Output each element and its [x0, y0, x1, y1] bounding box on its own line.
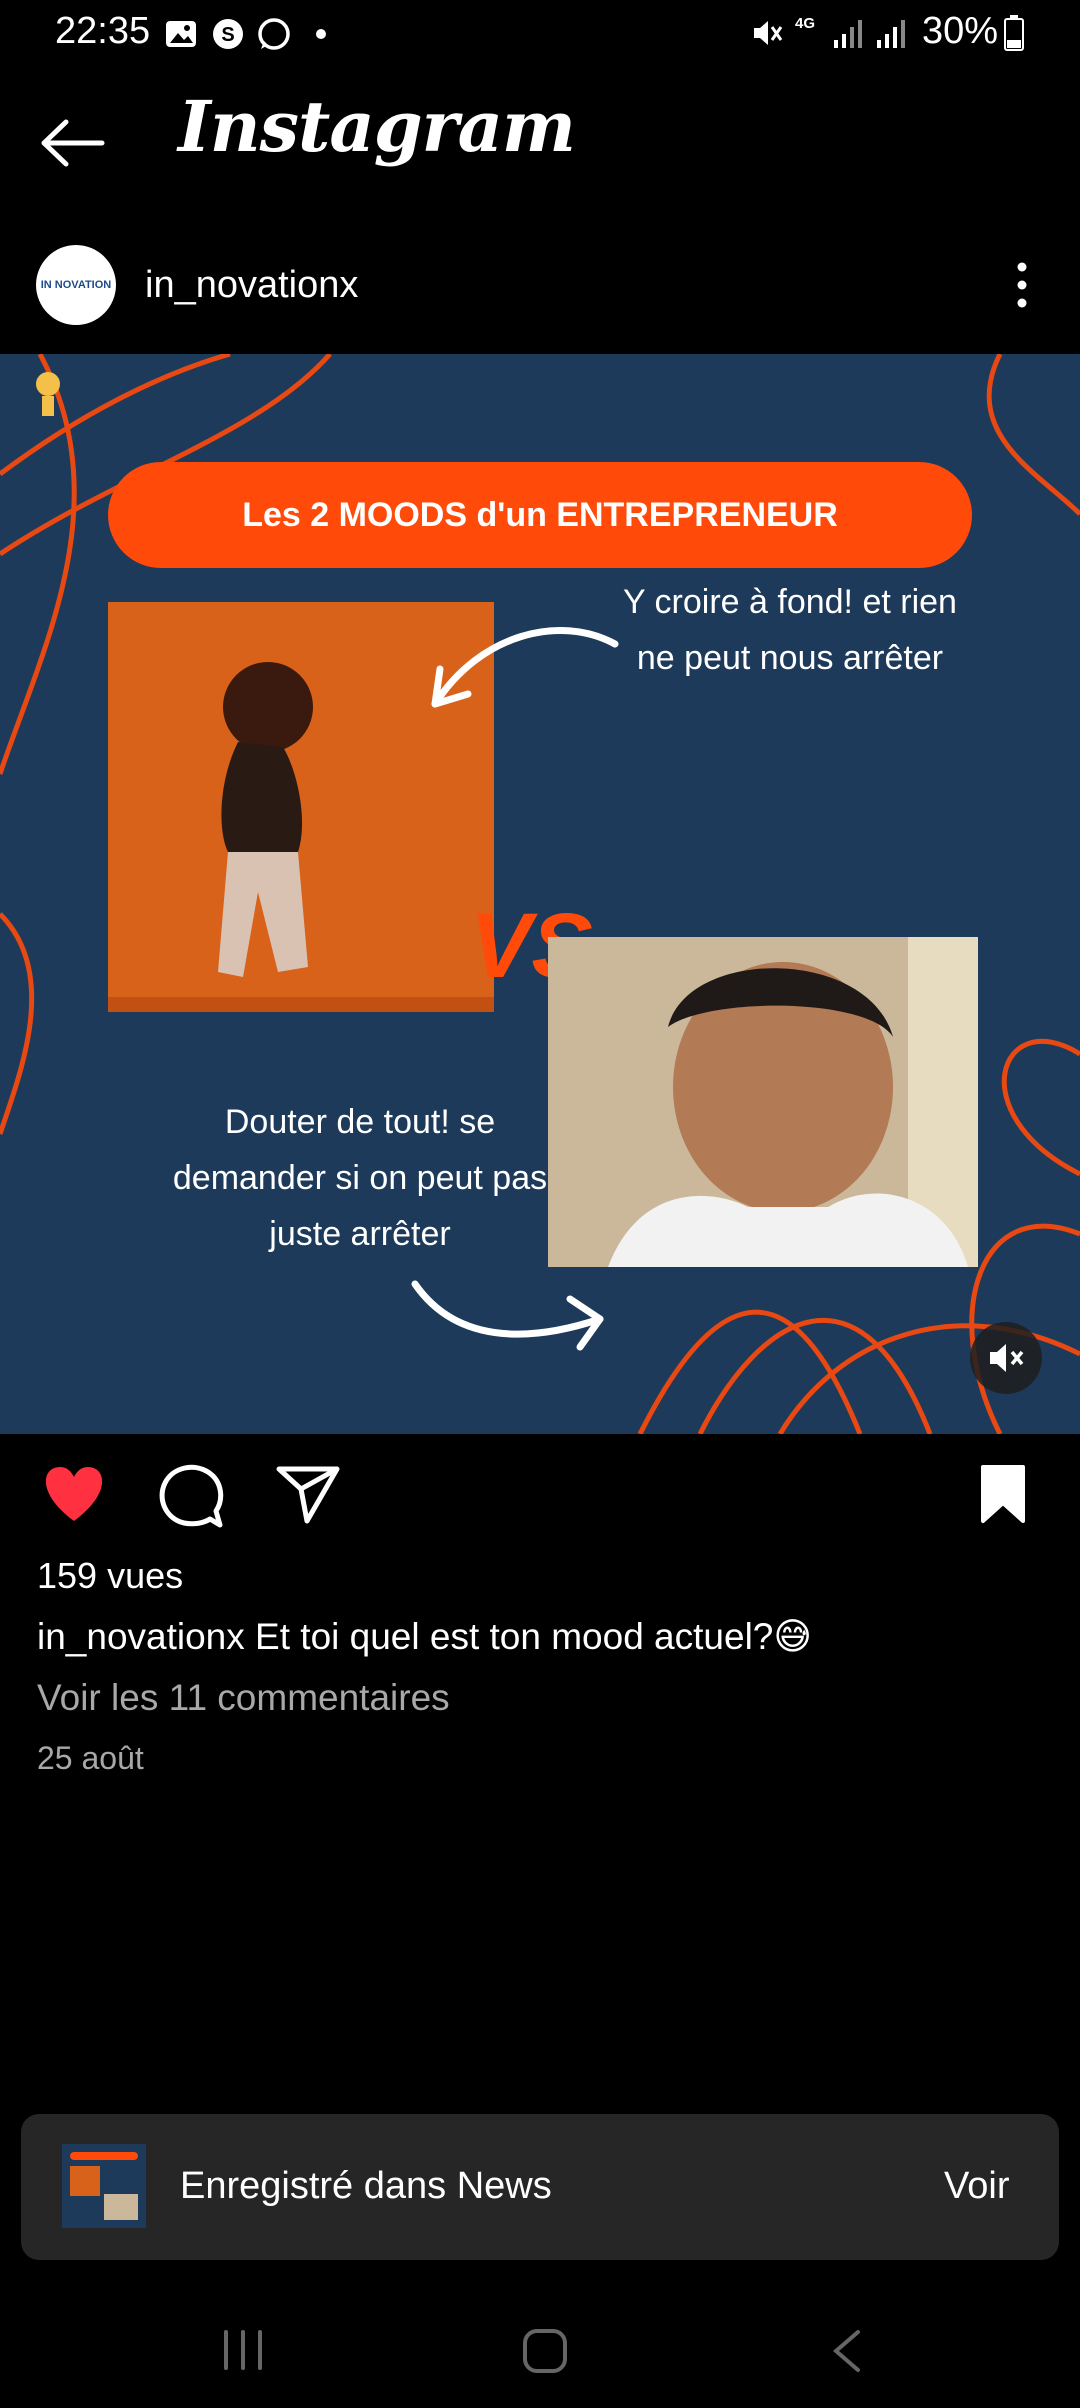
signal-strength-icon-2: [877, 20, 905, 48]
status-time: 22:35: [55, 10, 151, 52]
comment-icon[interactable]: [158, 1463, 224, 1529]
media-banner: Les 2 MOODS d'un ENTREPRENEUR: [108, 462, 972, 568]
battery-icon: [1004, 15, 1024, 51]
battery-percentage: 30%: [921, 10, 998, 52]
gallery-notification-icon: [166, 21, 196, 47]
svg-text:S: S: [221, 24, 234, 46]
collection-thumbnail: [62, 2144, 146, 2228]
post-caption: in_novationx Et toi quel est ton mood ac…: [37, 1615, 812, 1658]
saved-bookmark-icon[interactable]: [975, 1463, 1031, 1525]
brand-logo-icon: [36, 372, 60, 416]
mute-status-icon: [754, 21, 783, 45]
author-username[interactable]: in_novationx: [145, 264, 358, 307]
back-arrow-icon[interactable]: [40, 118, 106, 168]
author-avatar[interactable]: IN NOVATION: [36, 245, 116, 325]
like-heart-icon[interactable]: [40, 1463, 108, 1525]
recent-apps-icon[interactable]: [220, 2328, 266, 2372]
media-caption-bottom: Douter de tout! se demander si on peut p…: [172, 1103, 548, 1253]
share-send-icon[interactable]: [275, 1463, 341, 1525]
media-caption-top: Y croire à fond! et rien ne peut nous ar…: [623, 583, 957, 677]
view-count: 159 vues: [37, 1555, 184, 1596]
curved-arrow-right-icon: [411, 1280, 604, 1351]
home-icon[interactable]: [520, 2326, 570, 2376]
caption-username[interactable]: in_novationx: [37, 1616, 245, 1657]
avatar-logo-text: IN NOVATION: [40, 279, 112, 291]
post-date: 25 août: [37, 1740, 144, 1776]
snackbar-view-button[interactable]: Voir: [944, 2165, 1009, 2208]
signal-strength-icon-1: [834, 20, 862, 48]
view-comments-link[interactable]: Voir les 11 commentaires: [37, 1677, 450, 1719]
unmute-button[interactable]: [970, 1322, 1042, 1394]
page-title: Instagram: [178, 85, 576, 168]
skype-notification-icon: S: [213, 19, 243, 49]
caption-text: Et toi quel est ton mood actuel?😅: [244, 1616, 812, 1657]
more-notifications-dot-icon: [316, 29, 326, 39]
man-photo: [548, 937, 978, 1267]
system-nav-bar: [0, 2290, 1080, 2408]
status-bar: 22:35 S 4G 30%: [0, 0, 1080, 70]
post-media[interactable]: Les 2 MOODS d'un ENTREPRENEUR Y croire à…: [0, 354, 1080, 1434]
whatsapp-notification-icon: [258, 18, 290, 50]
muted-speaker-icon: [990, 1344, 1024, 1372]
more-options-icon[interactable]: [1000, 255, 1044, 315]
network-type-icon: 4G: [795, 15, 816, 32]
snackbar-message: Enregistré dans News: [180, 2165, 552, 2207]
back-nav-icon[interactable]: [828, 2328, 864, 2374]
curved-arrow-left-icon: [431, 627, 619, 708]
